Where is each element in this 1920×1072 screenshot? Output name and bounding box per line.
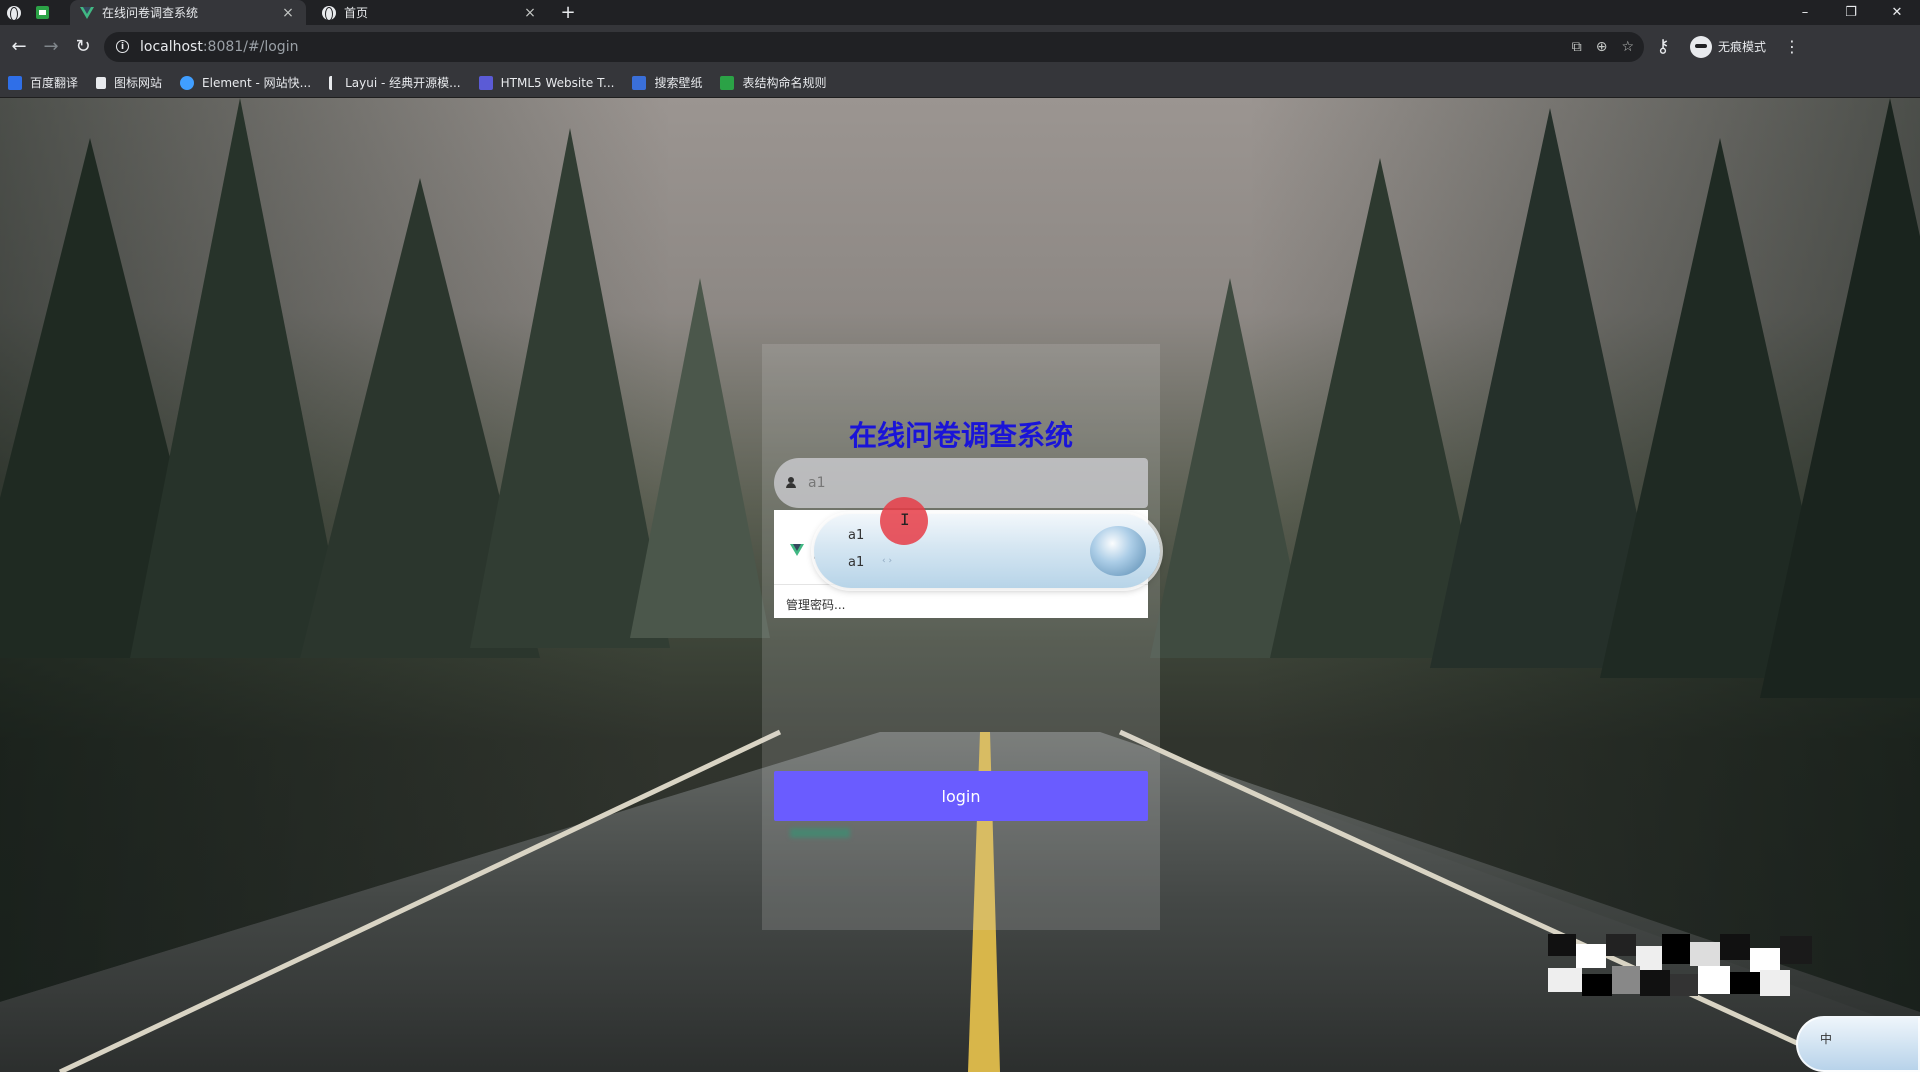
pinned-tab-2[interactable] (28, 0, 56, 25)
incognito-icon (1690, 35, 1712, 58)
text-cursor-icon: I (900, 510, 910, 529)
login-card: 在线问卷调查系统 管理密码... login (762, 344, 1160, 930)
menu-kebab-icon[interactable]: ⋮ (1782, 37, 1802, 56)
user-icon (786, 477, 796, 489)
bookmark-layui[interactable]: Layui - 经典开源模... (329, 74, 461, 91)
forward-arrow-icon[interactable]: → (38, 34, 64, 60)
back-arrow-icon[interactable]: ← (6, 34, 32, 60)
omnibox-actions: ⧉ ⊕ ☆ (1572, 39, 1644, 55)
incognito-label: 无痕模式 (1718, 40, 1767, 54)
globe-icon (322, 5, 336, 21)
close-tab-icon[interactable]: × (522, 5, 538, 21)
wallpaper-icon (632, 75, 647, 90)
key-icon[interactable]: ⚷ (1650, 34, 1676, 60)
restore-icon[interactable]: ❐ (1828, 5, 1874, 20)
bookmark-label: 百度翻译 (30, 76, 79, 90)
tab-survey-system[interactable]: 在线问卷调查系统 × (70, 0, 306, 25)
bookmark-label: Element - 网站快... (202, 76, 312, 90)
bookmark-star-icon[interactable]: ☆ (1621, 39, 1634, 55)
bookmark-element[interactable]: Element - 网站快... (180, 74, 311, 91)
blurred-link (790, 828, 850, 838)
ime-mode-label: 中 (1820, 1032, 1833, 1046)
browser-toolbar: ← → ↻ i localhost:8081/#/login ⧉ ⊕ ☆ ⚷ 无… (0, 25, 1920, 68)
address-bar[interactable]: i localhost:8081/#/login ⧉ ⊕ ☆ (104, 31, 1644, 62)
login-button[interactable]: login (774, 771, 1148, 821)
window-controls: – ❐ ✕ (1782, 5, 1920, 20)
bookmark-baidu-translate[interactable]: 百度翻译 (8, 74, 78, 91)
autocomplete-dropdown: a1 a1 ‹ › (814, 514, 1160, 588)
url-text: localhost:8081/#/login (140, 39, 298, 55)
bookmark-icon-site[interactable]: 图标网站 (96, 74, 162, 91)
layui-icon (329, 75, 337, 90)
tab-label: 在线问卷调查系统 (102, 6, 199, 20)
ime-orb-icon (1090, 526, 1146, 576)
bookmark-label: 表结构命名规则 (742, 76, 827, 90)
username-field[interactable] (774, 458, 1148, 508)
bookmark-label: 图标网站 (114, 76, 163, 90)
bookmarks-bar: 百度翻译 图标网站 Element - 网站快... Layui - 经典开源模… (0, 68, 1920, 98)
new-tab-button[interactable]: + (554, 2, 582, 23)
bookmark-naming-rules[interactable]: 表结构命名规则 (720, 74, 826, 91)
close-window-icon[interactable]: ✕ (1874, 5, 1920, 20)
ime-widget[interactable]: 中 (1796, 1016, 1920, 1072)
sheet-icon (720, 75, 735, 90)
app-icon (35, 6, 49, 19)
login-title: 在线问卷调查系统 (848, 419, 1073, 452)
zoom-icon[interactable]: ⊕ (1596, 39, 1608, 55)
tab-strip: 在线问卷调查系统 × 首页 × + – ❐ ✕ (0, 0, 1920, 25)
bookmark-label: Layui - 经典开源模... (345, 76, 461, 90)
flag-icon (96, 76, 107, 89)
login-page: 在线问卷调查系统 管理密码... login a1 a1 ‹ › I (0, 98, 1920, 1072)
html5-icon (478, 75, 493, 90)
autocomplete-suggestion[interactable]: a1 (848, 555, 864, 570)
bookmark-html5[interactable]: HTML5 Website T... (478, 75, 615, 90)
tab-home[interactable]: 首页 × (312, 0, 548, 25)
bookmark-label: 搜索壁纸 (654, 76, 703, 90)
reload-icon[interactable]: ↻ (70, 34, 96, 60)
manage-passwords-link[interactable]: 管理密码... (786, 596, 845, 613)
minimize-icon[interactable]: – (1782, 5, 1828, 20)
vue-icon (80, 6, 94, 19)
globe-icon (7, 5, 21, 21)
element-icon (180, 75, 195, 90)
username-input[interactable] (808, 475, 1128, 491)
pinned-tab-1[interactable] (0, 0, 28, 25)
translate-icon (8, 75, 22, 90)
bookmark-wallpaper[interactable]: 搜索壁纸 (632, 74, 702, 91)
translate-icon[interactable]: ⧉ (1572, 39, 1582, 55)
bookmark-label: HTML5 Website T... (500, 75, 615, 90)
info-icon[interactable]: i (116, 40, 129, 53)
url-path: :8081/#/login (202, 38, 299, 55)
autocomplete-suggestion[interactable]: a1 (848, 528, 864, 543)
url-host: localhost (140, 38, 203, 55)
arrows-icon: ‹ › (882, 556, 893, 566)
incognito-profile[interactable]: 无痕模式 (1690, 35, 1767, 58)
pixelated-watermark (1548, 934, 1812, 1004)
tab-label: 首页 (344, 6, 369, 20)
close-tab-icon[interactable]: × (280, 5, 296, 21)
